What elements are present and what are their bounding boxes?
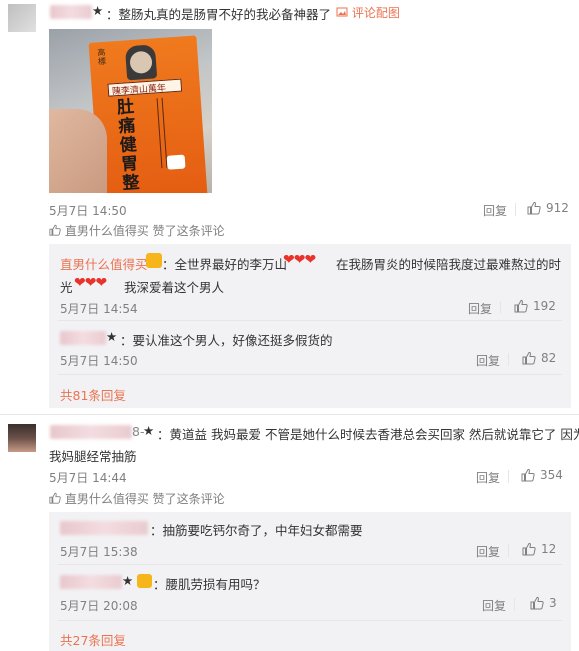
reply-author-blurred[interactable] bbox=[60, 575, 122, 589]
reply-author-blurred[interactable] bbox=[60, 521, 148, 535]
vip-badge-icon bbox=[146, 253, 162, 268]
author-liked-note: 直男什么值得买 赞了这条评论 bbox=[49, 222, 225, 239]
divider bbox=[508, 470, 509, 483]
divider bbox=[514, 598, 515, 611]
commenter-avatar[interactable] bbox=[8, 424, 36, 452]
more-replies-link[interactable]: 共27条回复 bbox=[60, 630, 126, 649]
reply-text-a: ：全世界最好的李万山 bbox=[162, 257, 288, 272]
reply-time: 5月7日 14:50 bbox=[60, 354, 138, 368]
divider bbox=[515, 203, 516, 216]
like-button[interactable]: 192 bbox=[514, 299, 556, 313]
reply-text: ：抽筋要吃钙尔奇了，中年妇女都需要 bbox=[150, 523, 363, 538]
reply-text: ：要认准这个男人，好像还挺多假货的 bbox=[120, 333, 333, 348]
like-count: 3 bbox=[549, 596, 557, 610]
more-replies-link[interactable]: 共81条回复 bbox=[60, 385, 126, 404]
comment-time: 5月7日 14:44 bbox=[49, 471, 127, 485]
divider bbox=[508, 544, 509, 557]
reply-time: 5月7日 14:54 bbox=[60, 302, 138, 316]
comment-time: 5月7日 14:50 bbox=[49, 204, 127, 218]
reply-button[interactable]: 回复 bbox=[476, 352, 500, 369]
reply-time: 5月7日 15:38 bbox=[60, 545, 138, 559]
verified-star-icon: ★ bbox=[122, 573, 134, 588]
reply-author-blurred[interactable] bbox=[60, 331, 106, 345]
reply-button[interactable]: 回复 bbox=[476, 469, 500, 486]
view-image-link[interactable]: 评论配图 bbox=[336, 4, 400, 21]
reply-time: 5月7日 20:08 bbox=[60, 599, 138, 613]
liked-by-user[interactable]: 直男什么值得买 bbox=[65, 492, 149, 506]
like-count: 82 bbox=[541, 351, 557, 365]
product-banner: 陳李濟山萬年 bbox=[111, 83, 167, 98]
reply-divider bbox=[58, 374, 562, 375]
thumbs-up-icon bbox=[49, 224, 61, 236]
commenter-name-blurred[interactable] bbox=[50, 5, 92, 19]
author-liked-note: 直男什么值得买 赞了这条评论 bbox=[49, 490, 225, 507]
reply-text-c: 光 bbox=[60, 280, 73, 295]
reply-text: ：腰肌劳损有用吗？ bbox=[153, 577, 266, 592]
thumbs-up-icon bbox=[522, 542, 536, 556]
thumbs-up-icon bbox=[527, 201, 541, 215]
like-button[interactable]: 3 bbox=[530, 596, 557, 610]
thumbs-up-icon bbox=[514, 299, 528, 313]
reply-text-d: 我深爱着这个男人 bbox=[124, 280, 225, 295]
verified-star-icon: ★ bbox=[143, 423, 155, 438]
verified-star-icon: ★ bbox=[106, 329, 118, 344]
like-count: 354 bbox=[540, 468, 563, 482]
hearts-emoji: ❤❤❤ bbox=[74, 275, 107, 291]
commenter-avatar[interactable] bbox=[8, 4, 36, 32]
liked-suffix: 赞了这条评论 bbox=[152, 224, 225, 238]
like-button[interactable]: 912 bbox=[527, 201, 569, 215]
reply-button[interactable]: 回复 bbox=[468, 300, 492, 317]
thumbs-up-icon bbox=[530, 596, 544, 610]
like-count: 912 bbox=[546, 201, 569, 215]
like-count: 192 bbox=[533, 299, 556, 313]
comment-text-b: 我妈腿经常抽筋 bbox=[49, 449, 137, 464]
reply-divider bbox=[58, 564, 562, 565]
thumbs-up-icon bbox=[49, 492, 61, 504]
reply-author[interactable]: 直男什么值得买 bbox=[60, 254, 148, 273]
view-image-label: 评论配图 bbox=[351, 6, 400, 20]
reply-button[interactable]: 回复 bbox=[482, 597, 506, 614]
liked-suffix: 赞了这条评论 bbox=[152, 492, 225, 506]
product-brand-top: 高標 bbox=[96, 47, 107, 67]
vip-badge-icon bbox=[137, 574, 152, 588]
hearts-emoji: ❤❤❤ bbox=[283, 252, 316, 268]
like-count: 12 bbox=[541, 542, 557, 556]
reply-divider bbox=[58, 320, 562, 321]
reply-button[interactable]: 回复 bbox=[476, 543, 500, 560]
reply-button[interactable]: 回复 bbox=[483, 202, 507, 219]
liked-by-user[interactable]: 直男什么值得买 bbox=[65, 224, 149, 238]
product-name: 肚痛健胃整腸丸 bbox=[116, 96, 141, 193]
commenter-name-blurred[interactable] bbox=[50, 425, 132, 439]
comment-image[interactable]: 高標 陳李濟山萬年 肚痛健胃整腸丸 bbox=[49, 29, 212, 193]
reply-divider bbox=[58, 620, 562, 621]
like-button[interactable]: 82 bbox=[522, 351, 556, 365]
divider bbox=[508, 353, 509, 366]
like-button[interactable]: 354 bbox=[521, 468, 563, 482]
comment-text: ：整肠丸真的是肠胃不好的我必备神器了 bbox=[106, 7, 332, 22]
thumbs-up-icon bbox=[522, 351, 536, 365]
comment-text-a: ：黄道益 我妈最爱 不管是她什么时候去香港总会买回家 然后就说靠它了 因为 bbox=[157, 427, 579, 442]
thumbs-up-icon bbox=[521, 468, 535, 482]
verified-star-icon: ★ bbox=[92, 3, 104, 18]
divider bbox=[500, 301, 501, 314]
like-button[interactable]: 12 bbox=[522, 542, 556, 556]
image-icon bbox=[336, 7, 348, 17]
reply-text-b: 在我肠胃炎的时候陪我度过最难熬过的时 bbox=[336, 257, 562, 272]
comment-divider bbox=[0, 414, 579, 415]
